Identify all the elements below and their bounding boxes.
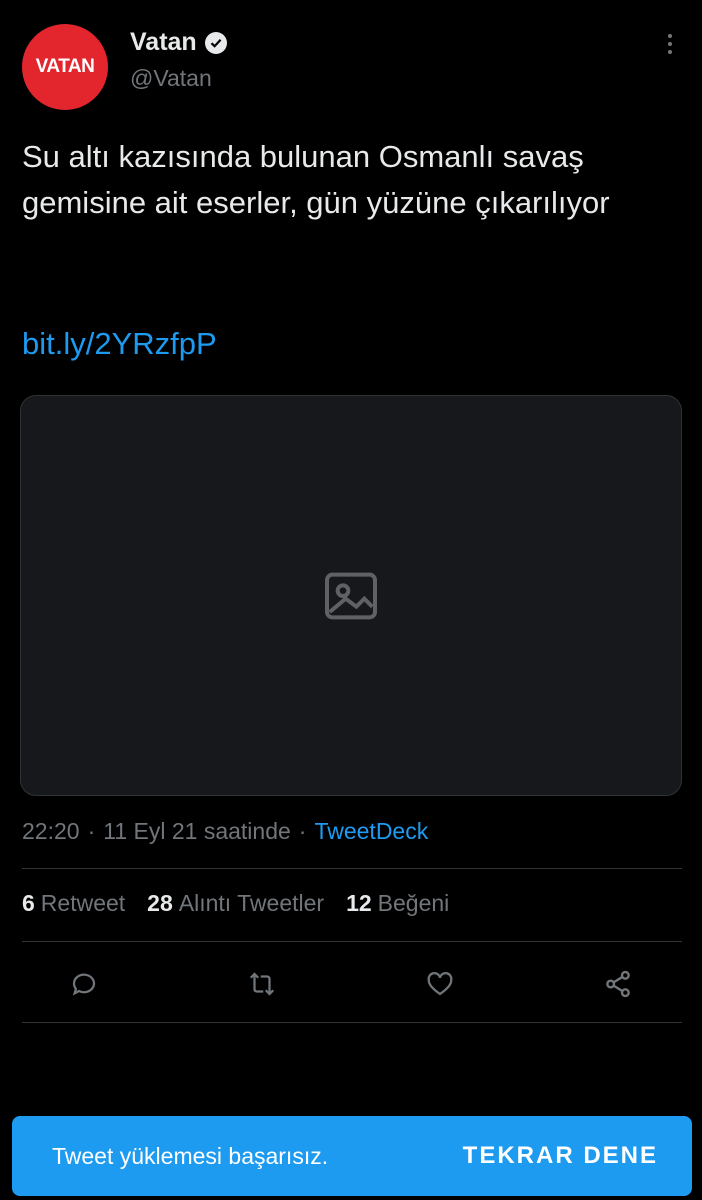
quote-count[interactable]: 28 Alıntı Tweetler <box>147 890 324 917</box>
reply-icon[interactable] <box>62 962 106 1006</box>
image-icon <box>325 572 377 619</box>
retry-button[interactable]: TEKRAR DENE <box>463 1142 658 1170</box>
user-handle[interactable]: @Vatan <box>130 65 227 92</box>
tweet-date: 11 Eyl 21 saatinde <box>103 818 291 844</box>
tweet-header: VATAN Vatan @Vatan <box>22 24 680 114</box>
author-names: Vatan @Vatan <box>130 28 227 92</box>
divider <box>22 1022 682 1023</box>
divider <box>22 868 682 869</box>
error-toast: Tweet yüklemesi başarısız. TEKRAR DENE <box>12 1116 692 1196</box>
tweet-link[interactable]: bit.ly/2YRzfpP <box>22 326 217 362</box>
toast-message: Tweet yüklemesi başarısız. <box>52 1142 329 1169</box>
tweet-meta: 22:20 · 11 Eyl 21 saatinde · TweetDeck <box>22 818 429 845</box>
more-options-icon[interactable] <box>660 30 680 60</box>
divider <box>22 941 682 942</box>
action-bar <box>62 962 640 1006</box>
media-placeholder <box>20 395 682 796</box>
avatar-logo-text: VATAN <box>35 56 95 77</box>
retweet-count[interactable]: 6 Retweet <box>22 890 125 917</box>
tweet-text: Su altı kazısında bulunan Osmanlı savaş … <box>22 139 610 220</box>
engagement-stats: 6 Retweet 28 Alıntı Tweetler 12 Beğeni <box>22 890 449 917</box>
avatar[interactable]: VATAN <box>22 24 108 110</box>
verified-badge-icon <box>204 31 227 54</box>
tweet-detail-screen: VATAN Vatan @Vatan Su altı kazısında bul… <box>0 0 702 1200</box>
retweet-icon[interactable] <box>240 962 284 1006</box>
tweet-source[interactable]: TweetDeck <box>314 818 428 845</box>
like-count[interactable]: 12 Beğeni <box>346 890 449 917</box>
display-name[interactable]: Vatan <box>130 28 197 57</box>
like-icon[interactable] <box>418 962 462 1006</box>
tweet-time: 22:20 <box>22 818 80 844</box>
share-icon[interactable] <box>596 962 640 1006</box>
